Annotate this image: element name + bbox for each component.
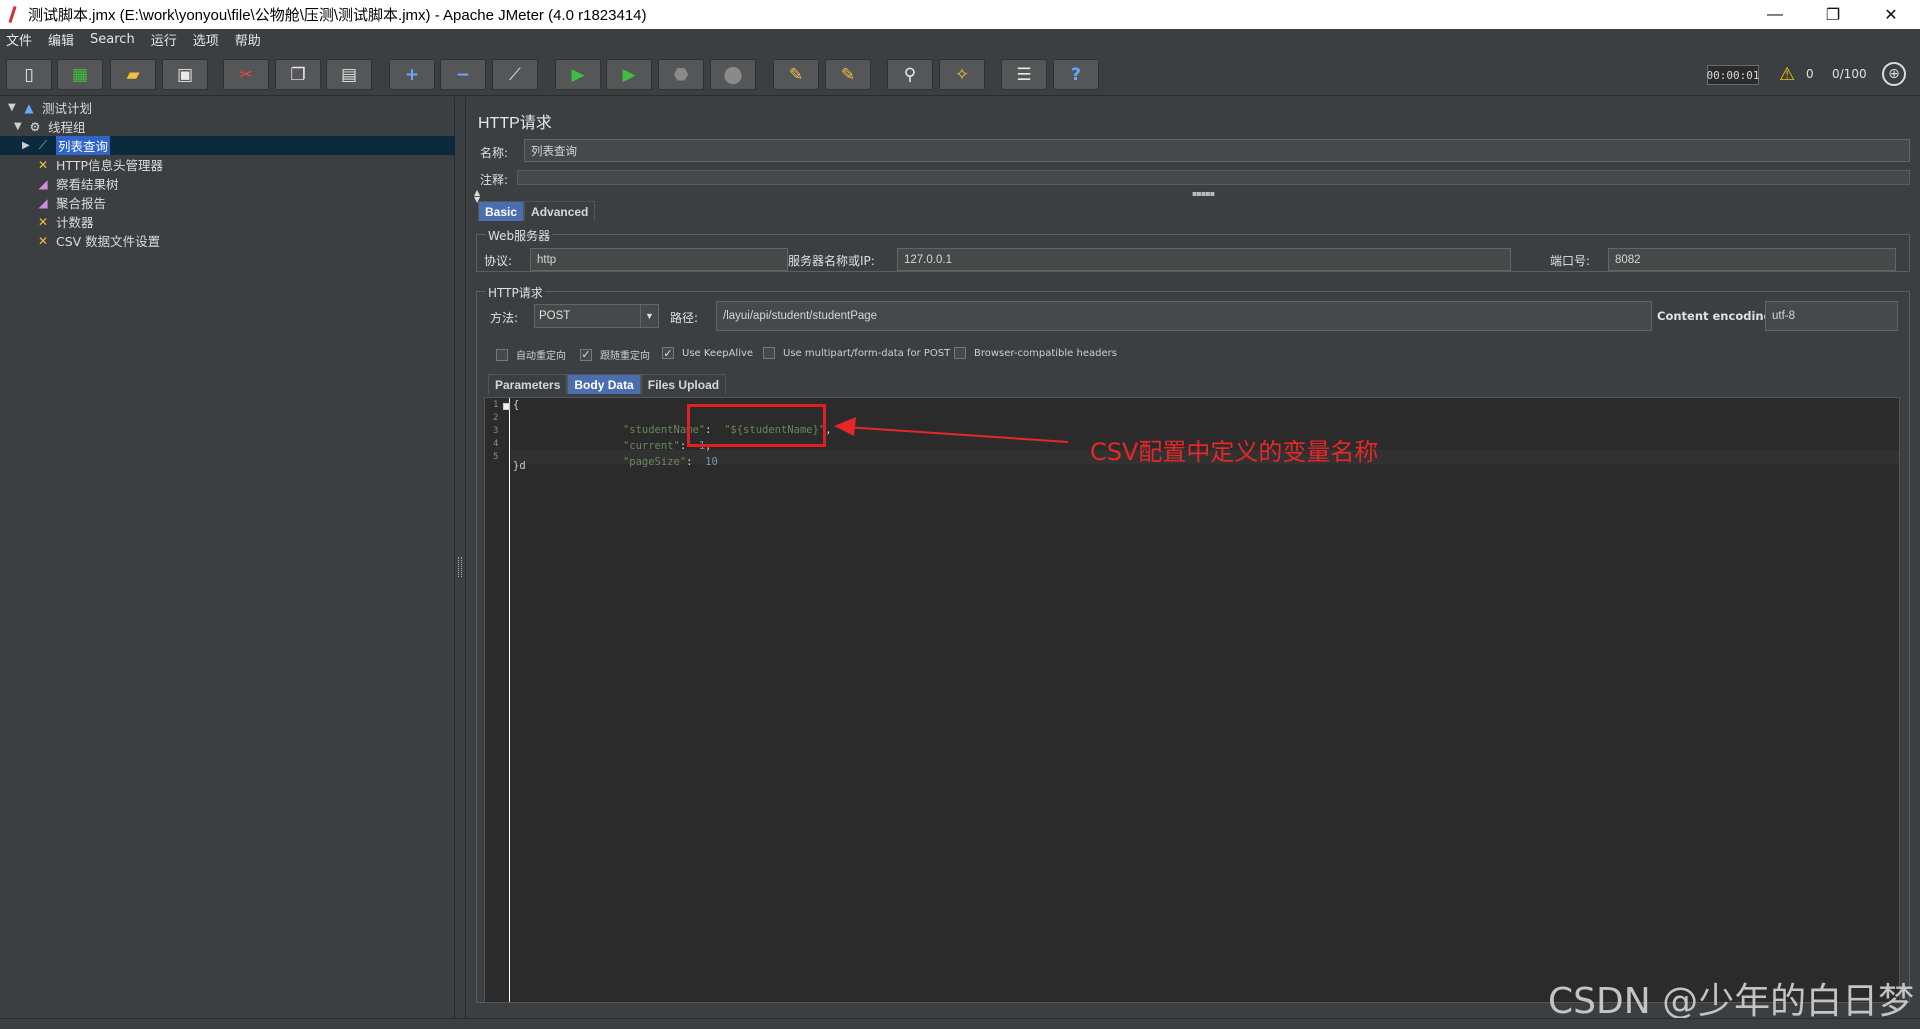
annotation-arrow-icon: [834, 417, 1069, 443]
csdn-watermark: CSDN @少年的白日梦: [1548, 981, 1915, 1022]
annotation-text: CSV配置中定义的变量名称: [1090, 438, 1379, 466]
status-bar: [0, 1018, 1920, 1029]
